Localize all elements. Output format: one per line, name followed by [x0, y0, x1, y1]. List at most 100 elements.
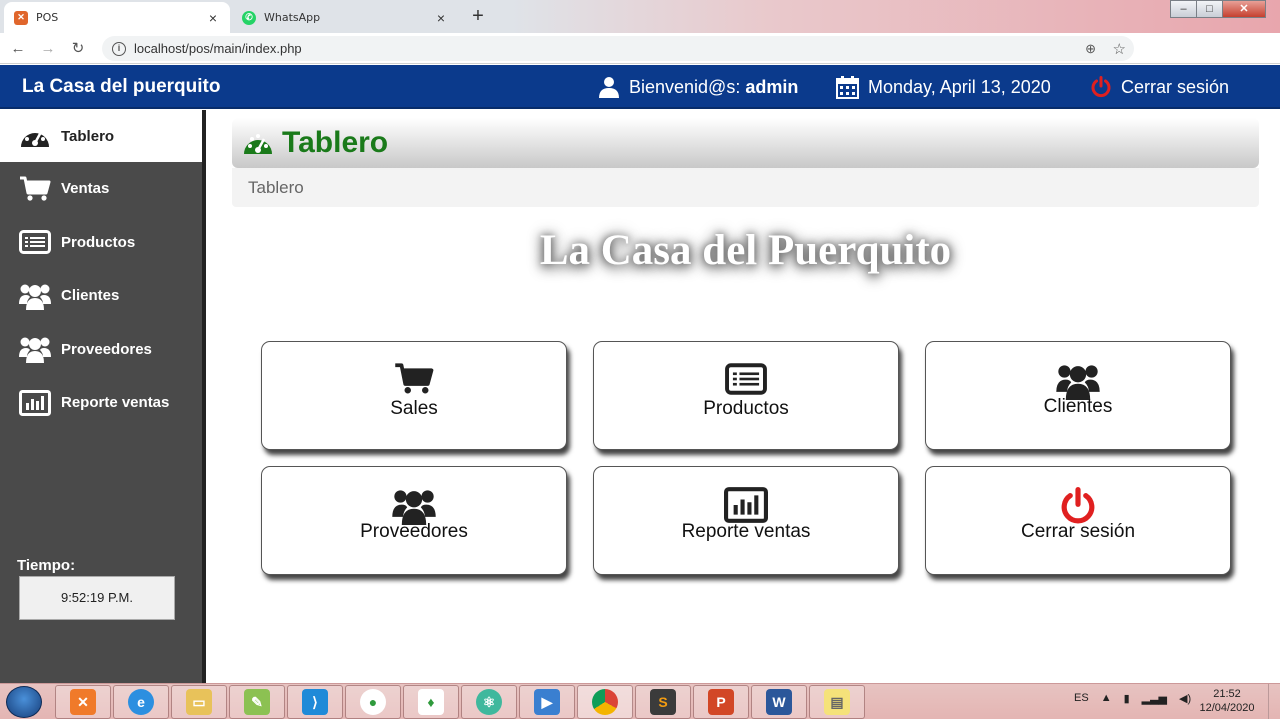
- sidebar-item-clientes[interactable]: Clientes: [0, 269, 202, 323]
- sidebar-item-productos[interactable]: Productos: [0, 216, 202, 270]
- sidebar-item-label: Reporte ventas: [61, 394, 170, 412]
- taskbar-vscode[interactable]: ⟩: [287, 685, 343, 719]
- ie-icon: e: [128, 689, 154, 715]
- zoom-icon[interactable]: ⊕: [1085, 41, 1096, 57]
- tab-title: WhatsApp: [264, 11, 321, 24]
- tile-productos[interactable]: Productos: [593, 341, 899, 450]
- taskbar-ie[interactable]: e: [113, 685, 169, 719]
- taskbar-explorer[interactable]: ▭: [171, 685, 227, 719]
- maximize-button[interactable]: □: [1196, 0, 1223, 18]
- clock-display: 9:52:19 P.M.: [19, 576, 175, 620]
- logout-link[interactable]: Cerrar sesión: [1090, 76, 1229, 98]
- tile-cerrar-sesion[interactable]: Cerrar sesión: [925, 466, 1231, 575]
- forward-icon[interactable]: →: [36, 40, 60, 57]
- volume-icon[interactable]: ◀): [1179, 692, 1191, 705]
- power-icon: [1091, 76, 1111, 98]
- tile-reporte-ventas[interactable]: Reporte ventas: [593, 466, 899, 575]
- page-title: Tablero: [282, 126, 389, 159]
- back-icon[interactable]: ←: [6, 40, 30, 57]
- windows-taskbar: ✕ e ▭ ✎ ⟩ ● ♦ ⚛ ▶ S P W ▤ ES ▲ ▮ ▂▃▅ ◀) …: [0, 683, 1280, 719]
- reload-icon[interactable]: ↻: [66, 39, 90, 57]
- taskbar-xampp[interactable]: ✕: [55, 685, 111, 719]
- taskbar-chrome[interactable]: [577, 685, 633, 719]
- chrome-icon: [592, 689, 618, 715]
- clock-label: Tiempo:: [17, 557, 76, 574]
- current-date: Monday, April 13, 2020: [836, 76, 1051, 99]
- notepadpp-icon: ✎: [244, 689, 270, 715]
- xampp-favicon-icon: ✕: [14, 10, 28, 25]
- taskbar-notepadpp[interactable]: ✎: [229, 685, 285, 719]
- sidebar-item-tablero[interactable]: Tablero: [0, 110, 202, 162]
- close-tab-icon[interactable]: ×: [434, 10, 448, 26]
- list-icon: [725, 363, 767, 395]
- xampp-icon: ✕: [70, 689, 96, 715]
- dashboard-icon: [244, 134, 272, 154]
- browser-tab-strip: ✕ POS × ✆ WhatsApp × + – □ ✕: [0, 0, 1280, 33]
- atom-icon: ⚛: [476, 689, 502, 715]
- tray-date: 12/04/2020: [1199, 702, 1255, 714]
- app-header: La Casa del puerquito Bienvenid@s: admin…: [0, 65, 1280, 109]
- sticky-notes-icon: ▤: [824, 689, 850, 715]
- page-heading: Tablero: [232, 118, 1259, 168]
- tile-label: Reporte ventas: [681, 521, 811, 542]
- new-tab-button[interactable]: +: [467, 5, 489, 27]
- brand-title: La Casa del puerquito: [22, 76, 221, 97]
- sublime-icon: S: [650, 689, 676, 715]
- system-tray: ES ▲ ▮ ▂▃▅ ◀): [1074, 692, 1191, 705]
- tile-clientes[interactable]: Clientes: [925, 341, 1231, 450]
- sidebar-item-label: Ventas: [61, 180, 110, 198]
- users-icon: [19, 337, 51, 364]
- sidebar-item-ventas[interactable]: Ventas: [0, 162, 202, 216]
- dashboard-icon: [21, 127, 49, 147]
- sidebar-item-proveedores[interactable]: Proveedores: [0, 323, 202, 377]
- taskbar-powerpoint[interactable]: P: [693, 685, 749, 719]
- sidebar-item-reporte-ventas[interactable]: Reporte ventas: [0, 376, 202, 430]
- language-indicator[interactable]: ES: [1074, 692, 1089, 705]
- tile-label: Productos: [703, 398, 789, 419]
- window-controls: – □ ✕: [1170, 0, 1266, 18]
- breadcrumb: Tablero: [232, 168, 1259, 207]
- start-button[interactable]: [6, 686, 42, 718]
- tile-label: Sales: [390, 398, 438, 419]
- taskbar-atom[interactable]: ⚛: [461, 685, 517, 719]
- mongodb-icon: ●: [360, 689, 386, 715]
- welcome-prefix: Bienvenid@s:: [629, 76, 741, 97]
- taskbar-sticky-notes[interactable]: ▤: [809, 685, 865, 719]
- minimize-button[interactable]: –: [1170, 0, 1197, 18]
- date-text: Monday, April 13, 2020: [868, 77, 1051, 97]
- tile-label: Cerrar sesión: [1020, 521, 1136, 542]
- taskbar-mongodb-compass[interactable]: ♦: [403, 685, 459, 719]
- taskbar-mongodb[interactable]: ●: [345, 685, 401, 719]
- tile-proveedores[interactable]: Proveedores: [261, 466, 567, 575]
- list-icon: [19, 230, 51, 255]
- tile-label: Proveedores: [360, 521, 468, 542]
- tray-clock[interactable]: 21:52 12/04/2020: [1196, 687, 1258, 715]
- sidebar-item-label: Tablero: [61, 127, 115, 145]
- tab-whatsapp[interactable]: ✆ WhatsApp ×: [232, 2, 458, 33]
- network-icon[interactable]: ▮: [1124, 692, 1130, 705]
- users-icon: [392, 490, 436, 525]
- word-icon: W: [766, 689, 792, 715]
- signal-icon[interactable]: ▂▃▅: [1142, 692, 1167, 705]
- media-player-icon: ▶: [534, 689, 560, 715]
- tray-expand-icon[interactable]: ▲: [1101, 692, 1112, 705]
- folder-icon: ▭: [186, 689, 212, 715]
- tile-sales[interactable]: Sales: [261, 341, 567, 450]
- sidebar: Tablero Ventas Productos Clientes Provee…: [0, 110, 206, 683]
- taskbar-media[interactable]: ▶: [519, 685, 575, 719]
- site-info-icon[interactable]: i: [112, 41, 126, 56]
- address-bar: ← → ↻ i localhost/pos/main/index.php ⊕ ☆…: [0, 33, 1280, 91]
- url-input[interactable]: i localhost/pos/main/index.php ⊕ ☆: [102, 36, 1134, 61]
- tile-label: Clientes: [1043, 396, 1113, 417]
- calendar-icon: [836, 76, 859, 99]
- tab-pos[interactable]: ✕ POS ×: [4, 2, 230, 33]
- show-desktop-button[interactable]: [1268, 684, 1280, 719]
- window-close-button[interactable]: ✕: [1222, 0, 1266, 18]
- close-tab-icon[interactable]: ×: [206, 10, 220, 26]
- cart-icon: [20, 176, 51, 201]
- users-icon: [1056, 365, 1100, 400]
- taskbar-word[interactable]: W: [751, 685, 807, 719]
- taskbar-sublime[interactable]: S: [635, 685, 691, 719]
- bookmark-star-icon[interactable]: ☆: [1113, 40, 1126, 58]
- username: admin: [745, 76, 799, 97]
